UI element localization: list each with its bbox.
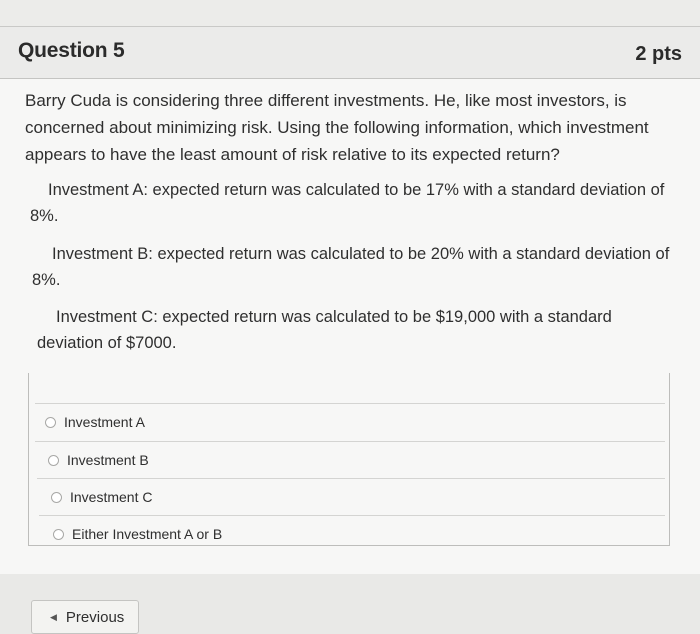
answer-label: Either Investment A or B — [72, 526, 223, 542]
investment-c-text: Investment C: expected return was calcul… — [37, 308, 612, 352]
question-title: Question 5 — [18, 39, 125, 62]
previous-button[interactable]: ◀ Previous — [31, 600, 139, 634]
previous-label: Previous — [65, 608, 125, 626]
triangle-left-icon: ◀ — [50, 611, 57, 622]
answer-list: Investment A Investment B Investment C E… — [28, 373, 670, 546]
answer-separator — [35, 403, 665, 404]
radio-button-icon[interactable] — [51, 491, 62, 503]
radio-button-icon[interactable] — [48, 454, 59, 466]
answer-label: Investment B — [67, 452, 149, 468]
question-points: 2 pts — [635, 43, 682, 65]
answer-separator — [37, 478, 665, 479]
answer-option-b[interactable]: Investment B — [48, 448, 149, 472]
answer-separator — [39, 515, 665, 516]
question-prompt: Barry Cuda is considering three differen… — [25, 91, 649, 164]
answer-option-either[interactable]: Either Investment A or B — [53, 522, 222, 546]
question-header: Question 5 2 pts — [0, 27, 700, 79]
investment-b-text: Investment B: expected return was calcul… — [32, 245, 670, 289]
radio-button-icon[interactable] — [45, 416, 56, 428]
investment-a-text: Investment A: expected return was calcul… — [30, 181, 665, 225]
answer-option-c[interactable]: Investment C — [51, 485, 152, 509]
answer-option-a[interactable]: Investment A — [45, 410, 145, 434]
answer-separator — [35, 441, 665, 442]
top-strip — [0, 0, 700, 26]
answer-label: Investment C — [70, 489, 153, 505]
answer-label: Investment A — [64, 414, 145, 430]
radio-button-icon[interactable] — [53, 528, 64, 540]
